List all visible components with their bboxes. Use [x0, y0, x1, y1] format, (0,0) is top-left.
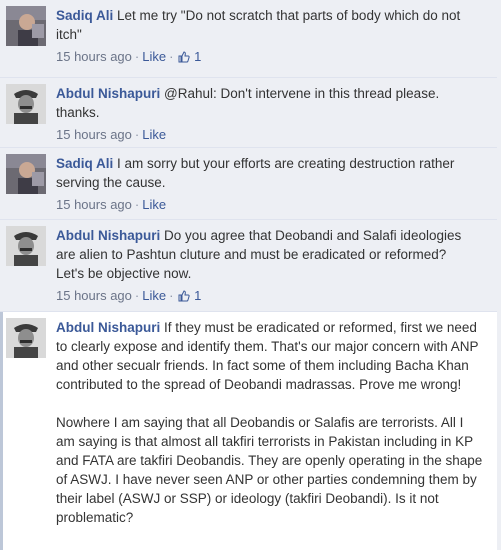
timestamp[interactable]: 15 hours ago	[56, 197, 132, 212]
comment-feed: Sadiq Ali Let me try "Do not scratch tha…	[0, 0, 501, 550]
avatar[interactable]	[6, 84, 46, 124]
avatar[interactable]	[6, 6, 46, 46]
thumbs-up-icon[interactable]	[178, 49, 191, 68]
avatar[interactable]	[6, 154, 46, 194]
avatar[interactable]	[6, 226, 46, 266]
comment-meta: 15 hours ago · Like · 1	[56, 286, 475, 307]
comment-meta: 15 hours ago · Like	[56, 127, 167, 142]
timestamp[interactable]: 15 hours ago	[56, 288, 132, 303]
timestamp[interactable]: 15 hours ago	[56, 49, 132, 64]
like-link[interactable]: Like	[142, 197, 166, 212]
comment-author[interactable]: Abdul Nishapuri	[56, 320, 160, 335]
comment: Sadiq Ali Let me try "Do not scratch tha…	[0, 0, 497, 78]
comment-author[interactable]: Abdul Nishapuri	[56, 86, 160, 101]
comment-meta: 15 hours ago · Like	[56, 197, 167, 212]
comment: Abdul Nishapuri Do you agree that Deoban…	[0, 220, 497, 312]
avatar[interactable]	[6, 318, 46, 358]
comment-author[interactable]: Sadiq Ali	[56, 8, 113, 23]
comment-highlighted: Abdul Nishapuri If they must be eradicat…	[0, 312, 497, 550]
comment-text: I am sorry but your efforts are creating…	[56, 156, 455, 190]
timestamp[interactable]: 15 hours ago	[56, 127, 132, 142]
thumbs-up-icon[interactable]	[178, 288, 191, 307]
like-link[interactable]: Like	[142, 288, 166, 303]
comment-text-paragraph-2: Nowhere I am saying that all Deobandis o…	[56, 415, 483, 525]
comment-meta: 15 hours ago · Like · 1	[56, 47, 475, 68]
like-link[interactable]: Like	[142, 127, 166, 142]
like-count[interactable]: 1	[194, 288, 201, 303]
like-link[interactable]: Like	[142, 49, 166, 64]
comment: Sadiq Ali I am sorry but your efforts ar…	[0, 148, 497, 220]
comment-author[interactable]: Sadiq Ali	[56, 156, 113, 171]
comment-text: Let me try "Do not scratch that parts of…	[56, 8, 461, 42]
like-count[interactable]: 1	[194, 49, 201, 64]
comment-author[interactable]: Abdul Nishapuri	[56, 228, 160, 243]
comment: Abdul Nishapuri @Rahul: Don't intervene …	[0, 78, 497, 148]
